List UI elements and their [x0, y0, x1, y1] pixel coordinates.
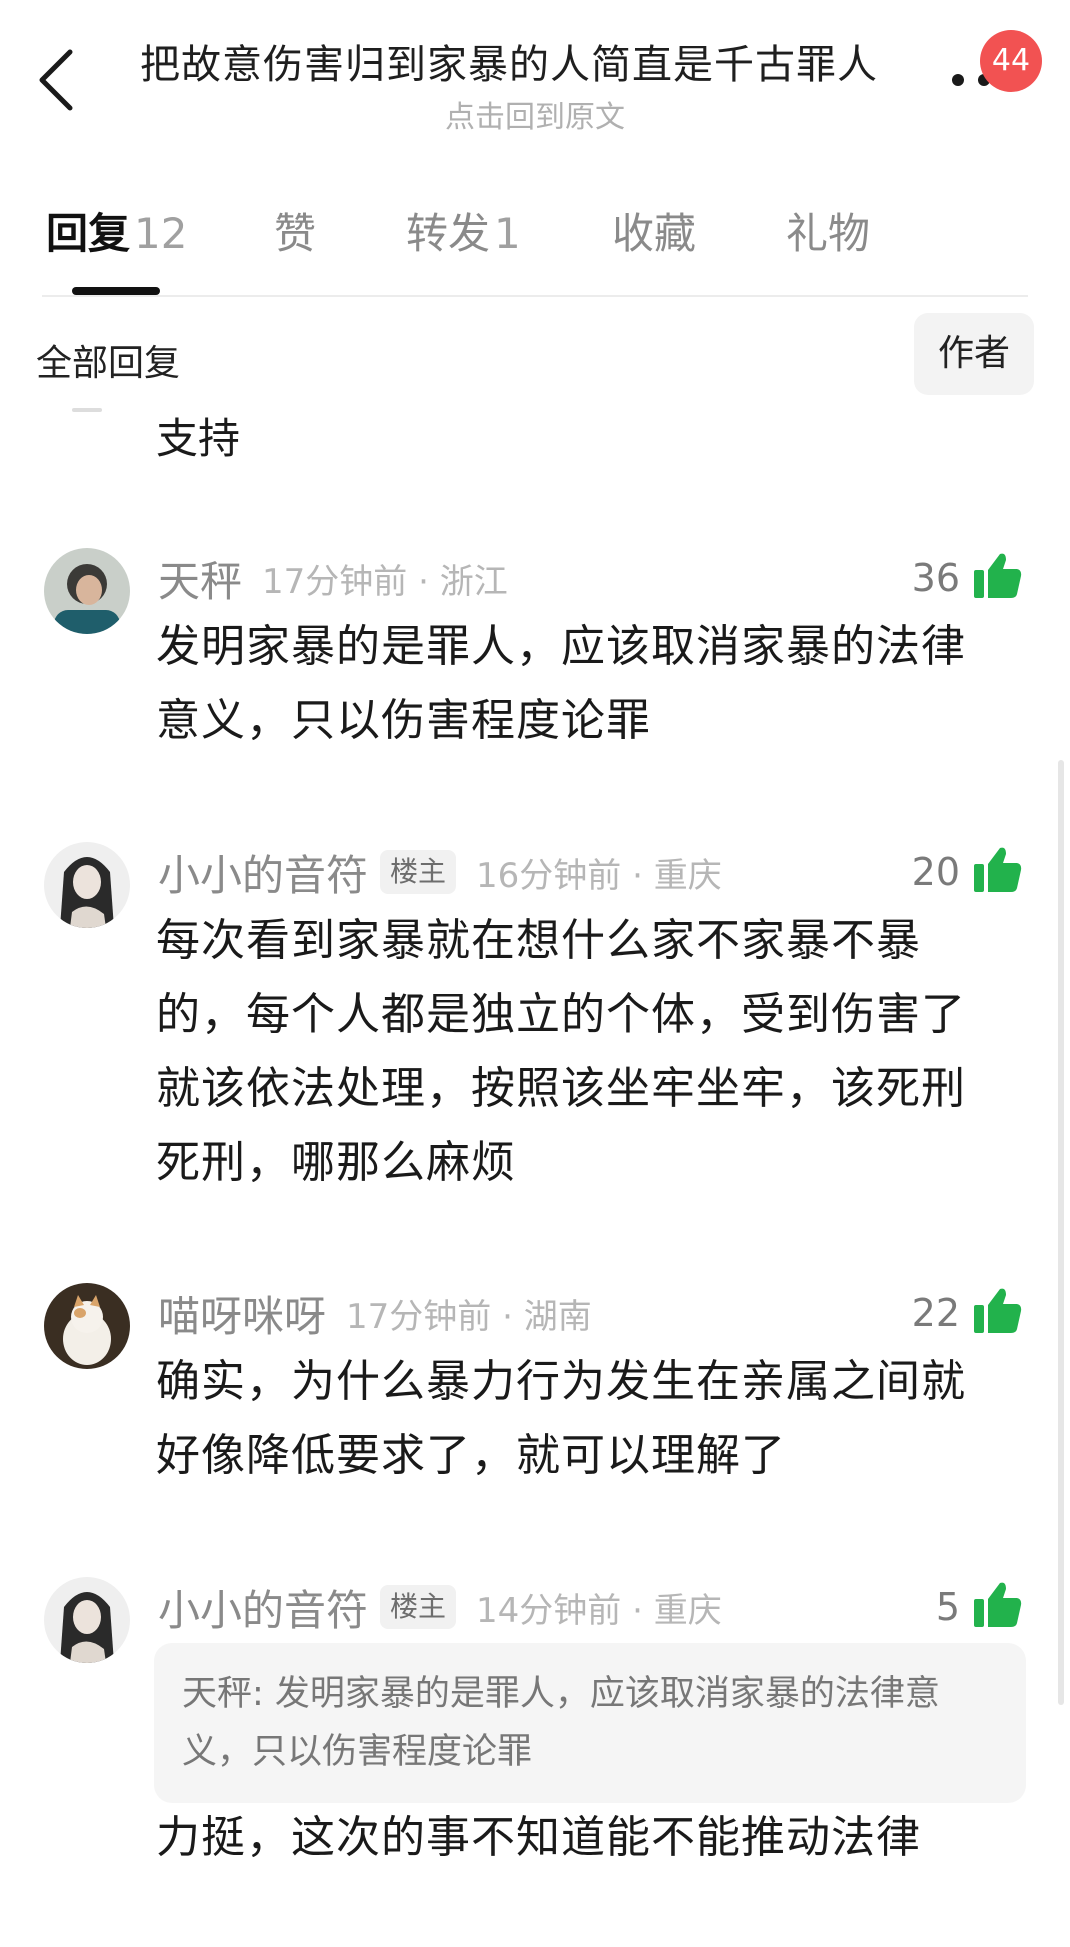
tab-count: 12	[134, 209, 188, 258]
comment-meta: 小小的音符 楼主 14分钟前 · 重庆	[158, 1577, 722, 1637]
username[interactable]: 小小的音符	[158, 1577, 368, 1638]
comment-text: 确实，为什么暴力行为发生在亲属之间就好像降低要求了，就可以理解了	[156, 1356, 966, 1481]
avatar[interactable]	[44, 1283, 130, 1369]
thumbs-up-icon[interactable]	[972, 550, 1024, 602]
comment-text: 每次看到家暴就在想什么家不家暴不暴的，每个人都是独立的个体，受到伤害了就该依法处…	[156, 915, 966, 1188]
username[interactable]: 小小的音符	[158, 842, 368, 903]
comment-text: 力挺，这次的事不知道能不能推动法律	[156, 1812, 921, 1863]
timestamp-location: 17分钟前 · 浙江	[262, 561, 508, 602]
comment-text: 发明家暴的是罪人，应该取消家暴的法律意义，只以伤害程度论罪	[156, 621, 966, 746]
header: 把故意伤害归到家暴的人简直是千古罪人 点击回到原文 44	[0, 0, 1070, 140]
thumbs-up-icon[interactable]	[972, 1285, 1024, 1337]
timestamp-location: 14分钟前 · 重庆	[476, 1590, 722, 1631]
avatar	[72, 408, 102, 412]
tab-count: 1	[494, 209, 521, 258]
thumbs-up-icon[interactable]	[972, 844, 1024, 896]
timestamp-location: 16分钟前 · 重庆	[476, 855, 722, 896]
comment-meta: 小小的音符 楼主 16分钟前 · 重庆	[158, 842, 722, 902]
scrollbar[interactable]	[1058, 760, 1064, 1705]
tab-reposts[interactable]: 转发1	[406, 200, 521, 261]
post-title[interactable]: 把故意伤害归到家暴的人简直是千古罪人	[140, 32, 940, 90]
back-to-post-link[interactable]: 点击回到原文	[0, 92, 1070, 136]
tab-label: 转发	[406, 209, 491, 258]
tab-label: 回复	[46, 209, 131, 258]
comment-meta: 天秤 17分钟前 · 浙江	[158, 548, 508, 608]
like-count: 20	[911, 850, 960, 894]
thumbs-up-icon[interactable]	[972, 1579, 1024, 1631]
tab-label: 赞	[274, 209, 317, 258]
divider	[42, 295, 1028, 297]
avatar[interactable]	[44, 548, 130, 634]
tab-gifts[interactable]: 礼物	[786, 200, 870, 261]
quoted-reply[interactable]: 天秤: 发明家暴的是罪人，应该取消家暴的法律意义，只以伤害程度论罪	[154, 1643, 1026, 1803]
tab-replies[interactable]: 回复12	[46, 200, 187, 261]
avatar[interactable]	[44, 842, 130, 928]
op-badge: 楼主	[380, 1585, 457, 1629]
avatar[interactable]	[44, 1577, 130, 1663]
tab-label: 收藏	[612, 209, 697, 258]
like-count: 22	[911, 1291, 960, 1335]
comment-text: 支持	[156, 414, 241, 463]
all-replies-label: 全部回复	[36, 343, 181, 384]
username[interactable]: 天秤	[158, 548, 242, 609]
username[interactable]: 喵呀咪呀	[158, 1283, 326, 1344]
like-count: 5	[935, 1585, 960, 1629]
tab-label: 礼物	[786, 209, 871, 258]
notification-badge[interactable]: 44	[980, 30, 1042, 92]
comment-meta: 喵呀咪呀 17分钟前 · 湖南	[158, 1283, 592, 1343]
like-count: 36	[911, 556, 960, 600]
op-badge: 楼主	[380, 850, 457, 894]
timestamp-location: 17分钟前 · 湖南	[346, 1296, 592, 1337]
tab-bar: 回复12 赞 转发1 收藏 礼物	[0, 200, 1070, 300]
author-filter-button[interactable]: 作者	[914, 313, 1034, 395]
tab-likes[interactable]: 赞	[274, 200, 316, 261]
active-tab-indicator	[72, 287, 160, 295]
tab-favorites[interactable]: 收藏	[612, 200, 696, 261]
